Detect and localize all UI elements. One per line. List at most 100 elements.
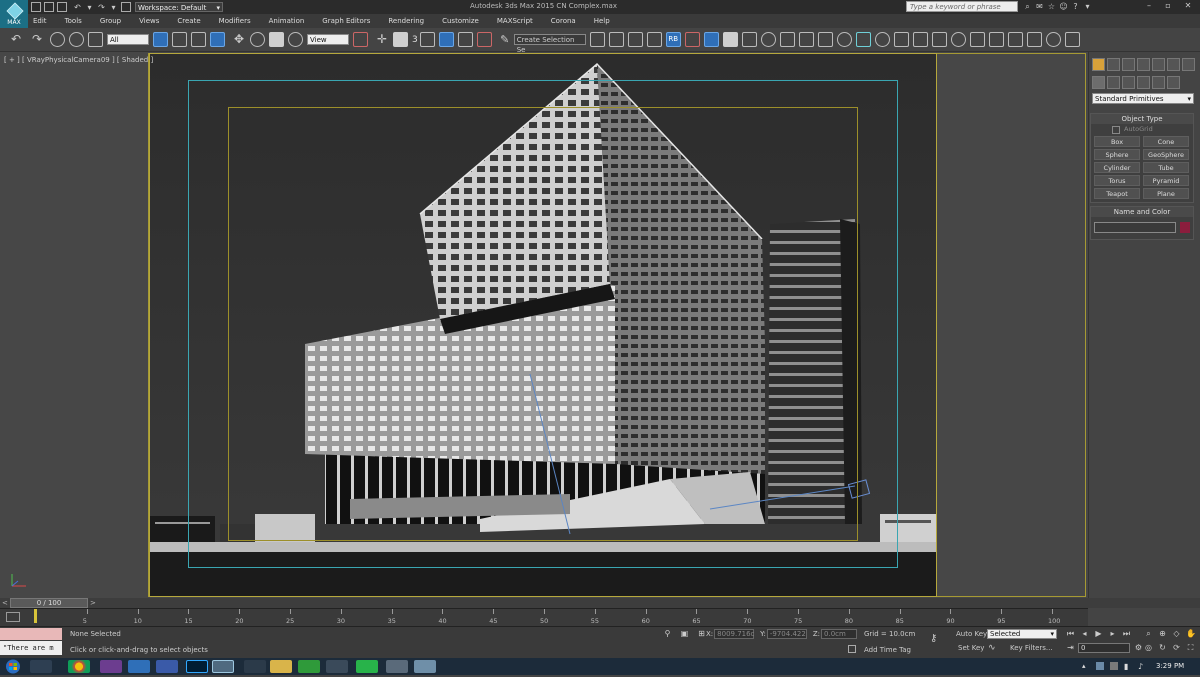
create-tab-icon[interactable] [1092,76,1105,89]
menu-views[interactable]: Views [134,14,159,28]
zoom-all-icon[interactable]: ⊕ [1158,629,1167,638]
taskbar-app3-icon[interactable] [356,660,378,673]
maxscript-listener-output[interactable]: "There are m [0,641,62,655]
snap-toggle-label[interactable]: 3 [412,35,418,45]
taskbar-app-icon[interactable] [244,660,266,673]
taskbar-app2-icon[interactable] [326,660,348,673]
minimize-icon[interactable]: – [1141,1,1157,10]
create-shapes-icon[interactable] [1107,58,1120,71]
menu-create[interactable]: Create [172,14,200,28]
spinner-snap-icon[interactable] [476,32,492,47]
object-type-title[interactable]: Object Type [1091,114,1193,124]
vray-sphere-icon[interactable] [969,32,985,47]
scene-explorer-icon[interactable] [646,32,662,47]
move-icon[interactable]: ✥ [232,33,246,45]
primitive-category-dropdown[interactable]: Standard Primitives ▾ [1092,93,1194,104]
slider-prev-icon[interactable]: < [2,599,8,607]
create-geometry-icon[interactable] [1092,58,1105,71]
corona-proxy-icon[interactable] [1064,32,1080,47]
communication-center-icon[interactable]: ✉ [1035,2,1044,11]
menu-edit[interactable]: Edit [28,14,47,28]
favorites-icon[interactable]: ☆ [1047,2,1056,11]
orbit-icon[interactable]: ↻ [1158,643,1167,652]
tray-network-icon[interactable] [1096,662,1104,670]
utilities-tab-icon[interactable] [1167,76,1180,89]
vray-fur-icon[interactable] [931,32,947,47]
redo-list-icon[interactable]: ▾ [109,3,118,12]
close-icon[interactable]: ✕ [1179,1,1197,10]
play-icon[interactable]: ▶ [1094,629,1103,638]
menu-modifiers[interactable]: Modifiers [214,14,251,28]
render-iterative-icon[interactable] [798,32,814,47]
display-tab-icon[interactable] [1152,76,1165,89]
object-name-input[interactable] [1094,222,1176,233]
undo-list-icon[interactable]: ▾ [85,3,94,12]
corona-vfb-icon[interactable] [1007,32,1023,47]
slider-next-icon[interactable]: > [90,599,96,607]
workspace-dropdown[interactable]: Workspace: Default ▾ [135,2,223,12]
window-crossing-icon[interactable] [210,32,225,47]
rotate-icon[interactable] [250,32,265,47]
place-icon[interactable] [288,32,303,47]
rectangular-selection-icon[interactable] [191,32,206,47]
maximize-icon[interactable]: ▫ [1160,1,1176,10]
plane-button[interactable]: Plane [1143,188,1189,199]
geosphere-button[interactable]: GeoSphere [1143,149,1189,160]
taskbar-explorer-icon[interactable] [30,660,52,673]
menu-animation[interactable]: Animation [264,14,305,28]
taskbar-3dsmax-icon[interactable] [212,660,234,673]
hierarchy-tab-icon[interactable] [1122,76,1135,89]
redo-tool-icon[interactable]: ↷ [30,33,44,45]
edit-named-selection-icon[interactable]: ✎ [499,34,511,45]
material-editor-icon[interactable] [722,32,738,47]
vray-light-icon[interactable] [874,32,890,47]
signin-icon[interactable]: ☺ [1059,2,1068,11]
taskbar-folder-icon[interactable] [270,660,292,673]
new-file-icon[interactable] [31,2,41,12]
object-color-swatch[interactable] [1180,222,1190,233]
link-icon[interactable] [50,32,65,47]
taskbar-word-icon[interactable] [156,660,178,673]
taskbar-outlook-icon[interactable] [128,660,150,673]
search-input[interactable]: Type a keyword or phrase [906,1,1018,12]
snaps-toggle-icon[interactable] [419,32,435,47]
z-coordinate-field[interactable]: 0.0cm [821,629,858,639]
corona-sun-icon[interactable] [1045,32,1061,47]
taskbar-app4-icon[interactable] [386,660,408,673]
named-selection-sets-dropdown[interactable]: Create Selection Se [513,34,586,54]
menu-corona[interactable]: Corona [546,14,576,28]
absolute-mode-icon[interactable]: ⊞ [697,629,706,638]
align-icon[interactable] [608,32,624,47]
isolate-icon[interactable]: ▣ [680,629,689,638]
default-in-out-tangents-icon[interactable]: ∿ [988,643,996,653]
field-of-view-icon[interactable]: ◇ [1172,629,1181,638]
layer-manager-icon[interactable] [627,32,643,47]
goto-start-icon[interactable]: ⏮ [1066,629,1075,638]
menu-tools[interactable]: Tools [60,14,82,28]
light-lister-icon[interactable] [855,32,871,47]
autogrid-checkbox[interactable] [1112,126,1120,134]
ribbon-toggle-icon[interactable]: RB [665,32,681,47]
schematic-view-icon[interactable] [703,32,719,47]
rendered-frame-window-icon[interactable] [760,32,776,47]
redo-icon[interactable]: ↷ [97,3,106,12]
project-folder-icon[interactable] [121,2,131,12]
time-tag-icon[interactable] [848,645,856,653]
create-helpers-icon[interactable] [1152,58,1165,71]
motion-tab-icon[interactable] [1137,76,1150,89]
vray-proxy-icon[interactable] [912,32,928,47]
key-mode-dropdown[interactable]: Selected ▾ [987,629,1057,639]
teapot-button[interactable]: Teapot [1094,188,1140,199]
auto-key-button[interactable]: Auto Key [956,629,987,639]
x-coordinate-field[interactable]: 8009.716c [714,629,754,639]
select-object-icon[interactable] [153,32,168,47]
vray-plane-icon[interactable] [950,32,966,47]
render-setup-icon[interactable] [741,32,757,47]
box-button[interactable]: Box [1094,136,1140,147]
mirror-icon[interactable] [589,32,605,47]
time-slider-thumb[interactable]: 0 / 100 [10,598,88,608]
torus-button[interactable]: Torus [1094,175,1140,186]
taskbar-chrome-icon[interactable] [68,660,90,673]
scale-icon[interactable] [269,32,284,47]
name-and-color-title[interactable]: Name and Color [1091,207,1193,217]
